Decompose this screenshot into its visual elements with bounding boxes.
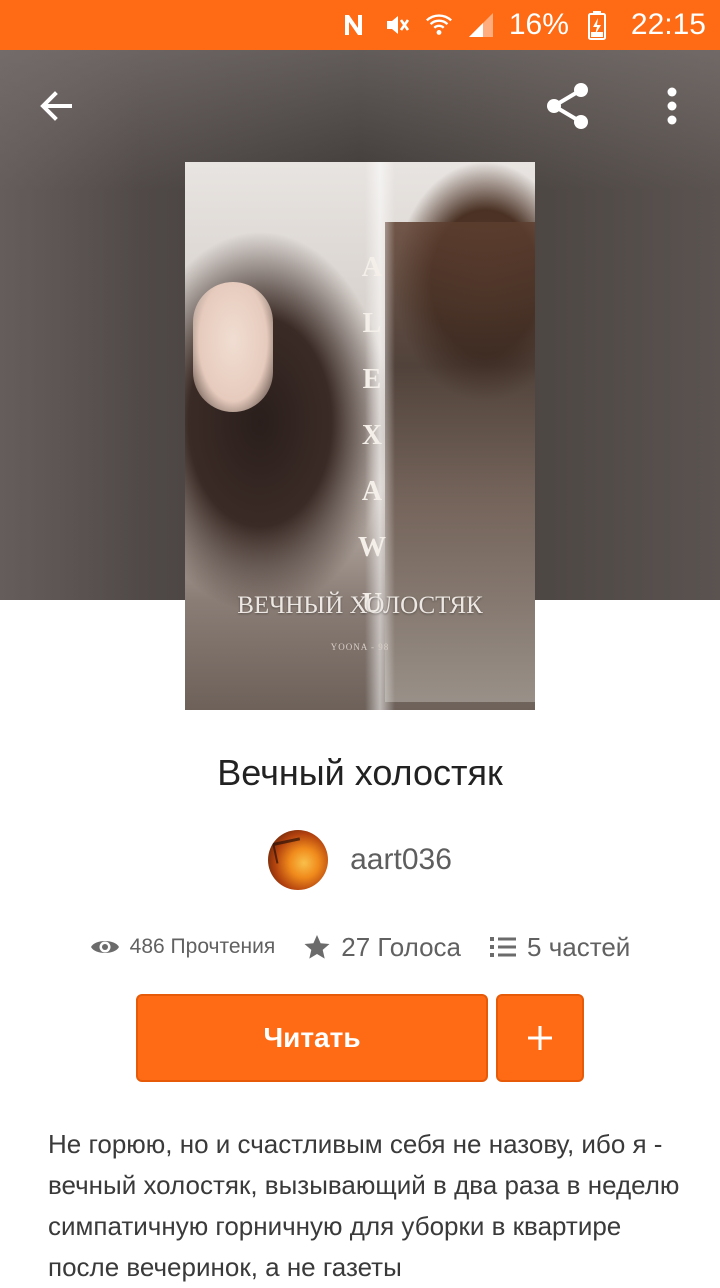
book-cover[interactable]: ALEXA WU ВЕЧНЫЙ ХОЛОСТЯК YOONA - 98 (185, 162, 535, 710)
read-button-label: Читать (263, 1022, 361, 1053)
cover-author-text: ALEXA WU (358, 252, 386, 619)
reads-stat: 486 Прочтения (90, 935, 276, 959)
parts-stat: 5 частей (489, 932, 630, 963)
battery-charging-icon (583, 11, 611, 40)
read-button[interactable]: Читать (136, 994, 488, 1082)
plus-icon (528, 1026, 552, 1050)
more-vertical-icon (667, 87, 677, 125)
votes-stat: 27 Голоса (303, 932, 461, 963)
back-button[interactable] (28, 78, 84, 134)
status-icons: 16% 22:15 (341, 0, 706, 50)
eye-icon (90, 941, 119, 953)
author-row[interactable]: aart036 (0, 828, 720, 892)
story-description: Не горюю, но и счастливым себя не назову… (48, 1129, 680, 1282)
avatar[interactable] (268, 830, 329, 890)
reads-count: 486 Прочтения (129, 935, 276, 958)
cover-artwork-figure (385, 222, 535, 702)
cover-artwork-face (193, 282, 273, 412)
share-button[interactable] (540, 78, 596, 134)
author-name[interactable]: aart036 (350, 843, 452, 877)
list-icon (490, 937, 517, 957)
mute-icon (383, 11, 411, 39)
story-stats: 486 Прочтения 27 Голоса 5 частей (0, 922, 720, 972)
battery-percent: 16% (508, 8, 569, 41)
cover-title-text: ВЕЧНЫЙ ХОЛОСТЯК (237, 592, 483, 619)
cover-credit-text: YOONA - 98 (330, 642, 390, 652)
back-arrow-icon (40, 91, 72, 121)
share-icon (547, 83, 588, 129)
more-options-button[interactable] (644, 78, 700, 134)
star-icon (304, 935, 330, 959)
story-title: Вечный холостяк (217, 752, 503, 793)
status-bar: 16% 22:15 (0, 0, 720, 50)
wifi-icon (425, 11, 453, 39)
clock: 22:15 (630, 8, 706, 41)
parts-count: 5 частей (527, 931, 631, 962)
add-to-library-button[interactable] (496, 994, 584, 1082)
signal-icon (467, 11, 495, 39)
nfc-icon (341, 11, 369, 39)
votes-count: 27 Голоса (341, 931, 462, 962)
